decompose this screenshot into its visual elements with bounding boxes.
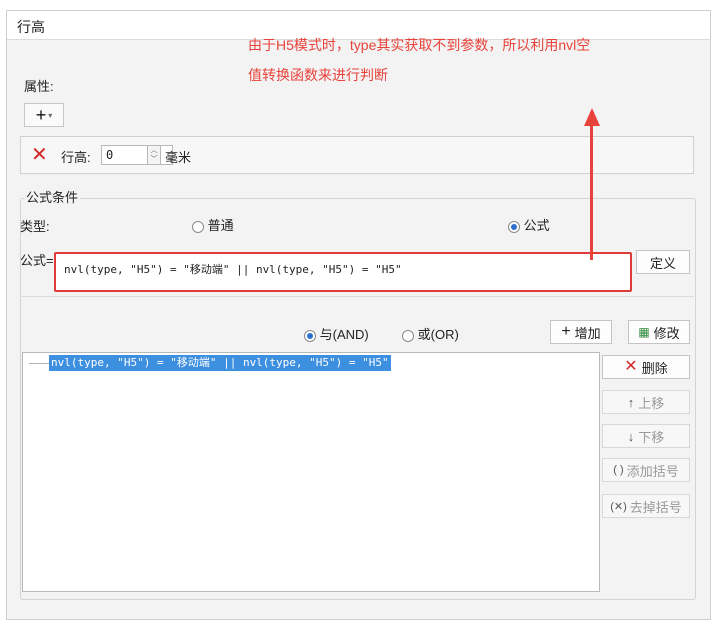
unit-label: 毫米: [165, 150, 192, 165]
add-property-button[interactable]: + ▾: [24, 103, 64, 127]
remove-property-icon[interactable]: ✕: [31, 145, 48, 165]
radio-or[interactable]: [402, 329, 414, 342]
add-bracket-button[interactable]: ( ) 添加括号: [602, 458, 690, 482]
logic-and-option[interactable]: 与(AND): [304, 324, 369, 343]
plus-icon: +: [561, 323, 571, 340]
formula-label: 公式=: [20, 253, 54, 268]
radio-normal[interactable]: [192, 220, 204, 233]
type-option-normal[interactable]: 普通: [192, 215, 234, 234]
row-height-input[interactable]: 0: [101, 145, 173, 165]
remove-bracket-button[interactable]: (✕) 去掉括号: [602, 494, 690, 518]
row-height-label: 行高:: [61, 150, 91, 165]
remove-bracket-icon: (✕): [610, 500, 627, 513]
formula-input[interactable]: nvl(type, "H5") = "移动端" || nvl(type, "H5…: [54, 252, 632, 292]
condition-item-selected[interactable]: nvl(type, "H5") = "移动端" || nvl(type, "H5…: [49, 355, 391, 371]
move-down-button[interactable]: ↓ 下移: [602, 424, 690, 448]
type-option-formula-label: 公式: [523, 218, 550, 233]
logic-or-option[interactable]: 或(OR): [402, 324, 459, 343]
delete-button[interactable]: ✕ 删除: [602, 355, 690, 379]
properties-label: 属性:: [24, 79, 54, 94]
dialog-title: 行高: [17, 19, 45, 35]
add-condition-label: 增加: [574, 325, 601, 341]
arrow-up-icon: ↑: [627, 394, 635, 410]
radio-formula[interactable]: [508, 220, 520, 233]
type-label: 类型:: [20, 219, 50, 234]
add-condition-button[interactable]: + 增加: [550, 320, 612, 344]
annotation-line-2: 值转换函数来进行判断: [248, 67, 388, 83]
move-down-label: 下移: [638, 429, 665, 445]
divider: [20, 296, 694, 297]
annotation-arrow-line: [590, 126, 593, 260]
logic-and-label: 与(AND): [319, 327, 369, 342]
delete-label: 删除: [641, 360, 668, 376]
annotation-line-1: 由于H5模式时，type其实获取不到参数，所以利用nvl空: [248, 37, 591, 53]
logic-or-label: 或(OR): [417, 327, 459, 342]
dropdown-caret-icon: ▾: [48, 110, 53, 120]
add-bracket-label: 添加括号: [626, 463, 679, 479]
delete-icon: ✕: [624, 358, 638, 375]
remove-bracket-label: 去掉括号: [629, 499, 682, 515]
bracket-icon: ( ): [613, 464, 624, 476]
formula-condition-title: 公式条件: [24, 187, 81, 206]
type-option-normal-label: 普通: [207, 218, 234, 233]
modify-condition-label: 修改: [653, 325, 680, 341]
modify-icon: ▦: [638, 325, 650, 339]
define-button[interactable]: 定义: [636, 250, 690, 274]
move-up-button[interactable]: ↑ 上移: [602, 390, 690, 414]
tree-connector: [29, 363, 49, 364]
row-height-stepper[interactable]: ︿ ﹀: [147, 145, 161, 165]
move-up-label: 上移: [638, 395, 665, 411]
radio-and[interactable]: [304, 329, 316, 342]
annotation-arrow-head: [584, 108, 600, 126]
condition-list[interactable]: nvl(type, "H5") = "移动端" || nvl(type, "H5…: [22, 352, 600, 592]
arrow-down-icon: ↓: [627, 428, 635, 444]
type-option-formula[interactable]: 公式: [508, 215, 550, 234]
plus-icon: +: [35, 104, 47, 125]
modify-condition-button[interactable]: ▦ 修改: [628, 320, 690, 344]
formula-input-text: nvl(type, "H5") = "移动端" || nvl(type, "H5…: [64, 263, 402, 276]
